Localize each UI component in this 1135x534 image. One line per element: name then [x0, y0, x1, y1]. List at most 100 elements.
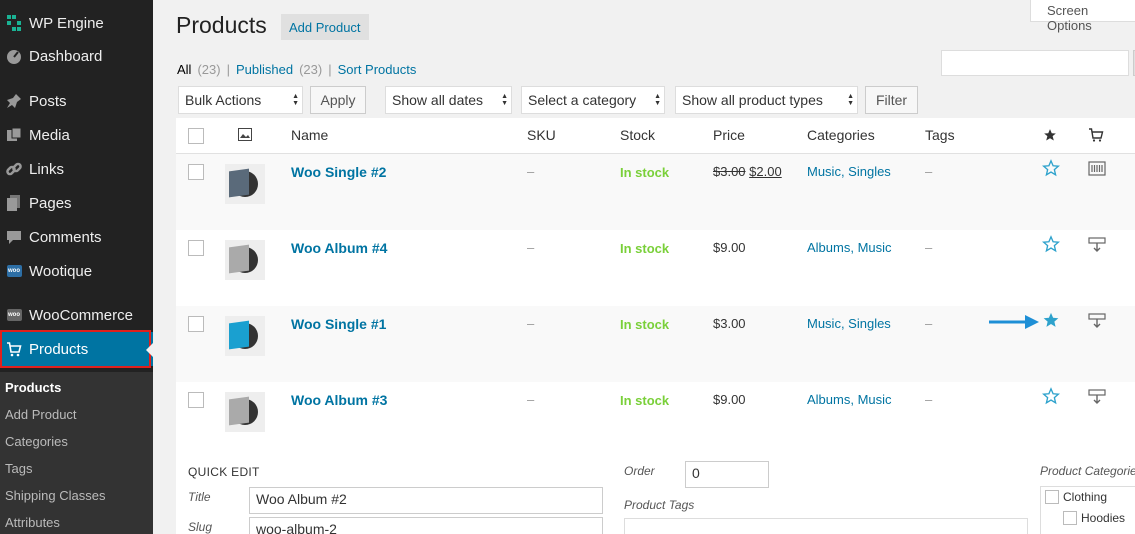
product-sku: –	[527, 316, 535, 331]
stock-status: In stock	[620, 393, 670, 408]
product-categories[interactable]: Albums, Music	[807, 392, 892, 407]
table-row: Woo Single #2 – In stock $3.00 $2.00 Mus…	[176, 154, 1135, 230]
product-sku: –	[527, 240, 535, 255]
search-input[interactable]	[941, 50, 1129, 76]
sidebar-item-products[interactable]: Products	[0, 332, 153, 366]
product-thumbnail[interactable]	[225, 316, 265, 356]
sidebar-item-pages[interactable]: Pages	[0, 186, 153, 220]
product-categories[interactable]: Music, Singles	[807, 164, 891, 179]
product-name-link[interactable]: Woo Single #2	[291, 164, 386, 180]
dashboard-icon	[0, 48, 28, 64]
row-checkbox[interactable]	[188, 316, 204, 332]
filter-all-count: (23)	[197, 62, 221, 77]
stock-status: In stock	[620, 165, 670, 180]
bulk-actions-select[interactable]: Bulk Actions ▲ ▼	[178, 86, 303, 114]
category-checkbox[interactable]	[1045, 490, 1059, 504]
product-categories[interactable]: Albums, Music	[807, 240, 892, 255]
column-sku[interactable]: SKU	[527, 127, 556, 143]
product-type-filter-select[interactable]: Show all product types ▲ ▼	[675, 86, 858, 114]
product-name-link[interactable]: Woo Single #1	[291, 316, 386, 332]
submenu-item-add-product[interactable]: Add Product	[5, 407, 77, 422]
star-filled-icon[interactable]	[1042, 311, 1060, 329]
sidebar-item-dashboard[interactable]: Dashboard	[0, 39, 153, 73]
current-menu-pointer	[146, 342, 154, 358]
product-tags: –	[925, 316, 933, 331]
table-row: Woo Single #1 – In stock $3.00 Music, Si…	[176, 306, 1135, 382]
product-name-link[interactable]: Woo Album #3	[291, 392, 387, 408]
sidebar-item-woocommerce[interactable]: woo WooCommerce	[0, 298, 153, 332]
column-price[interactable]: Price	[713, 127, 745, 143]
filter-published-link[interactable]: Published	[236, 62, 293, 77]
link-icon	[0, 161, 28, 177]
sidebar-item-media[interactable]: Media	[0, 118, 153, 152]
woo-icon: woo	[0, 309, 28, 321]
select-arrows-icon: ▲ ▼	[654, 93, 661, 107]
products-submenu: Products Add Product Categories Tags Shi…	[0, 372, 153, 534]
submenu-item-tags[interactable]: Tags	[5, 461, 32, 476]
select-all-checkbox[interactable]	[188, 128, 204, 144]
product-price: $3.00 $2.00	[713, 164, 782, 179]
product-tags: –	[925, 240, 933, 255]
separator: |	[328, 62, 332, 77]
add-product-button[interactable]: Add Product	[281, 14, 369, 40]
product-tags: –	[925, 392, 933, 407]
sidebar-item-comments[interactable]: Comments	[0, 220, 153, 254]
product-price: $9.00	[713, 240, 746, 255]
annotation-arrow-icon	[989, 315, 1039, 329]
product-thumbnail[interactable]	[225, 392, 265, 432]
row-checkbox[interactable]	[188, 164, 204, 180]
sidebar-item-label: Media	[29, 126, 70, 144]
sidebar-item-wootique[interactable]: woo Wootique	[0, 254, 153, 288]
product-thumbnail[interactable]	[225, 240, 265, 280]
sort-products-link[interactable]: Sort Products	[338, 62, 417, 77]
category-label: Hoodies	[1081, 511, 1126, 525]
row-checkbox[interactable]	[188, 240, 204, 256]
screen-options-button[interactable]: Screen Options	[1030, 0, 1135, 33]
filter-published-count: (23)	[299, 62, 323, 77]
column-name[interactable]: Name	[291, 127, 328, 143]
sidebar-item-label: Comments	[29, 228, 102, 246]
sidebar-item-label: Posts	[29, 92, 67, 110]
date-filter-select[interactable]: Show all dates ▲ ▼	[385, 86, 512, 114]
regular-price: $3.00	[713, 164, 746, 179]
product-thumbnail[interactable]	[225, 164, 265, 204]
sale-price: $2.00	[749, 164, 782, 179]
download-product-icon	[1088, 313, 1106, 328]
category-item-hoodies[interactable]: Hoodies	[1063, 511, 1125, 525]
column-categories: Categories	[807, 127, 875, 143]
filter-button[interactable]: Filter	[865, 86, 918, 114]
product-tags-label: Product Tags	[624, 498, 695, 512]
row-checkbox[interactable]	[188, 392, 204, 408]
category-label: Clothing	[1063, 490, 1108, 504]
product-type-column-cart-icon[interactable]	[1088, 128, 1104, 147]
products-table: Name SKU Stock Price Categories Tags Woo…	[176, 118, 1135, 534]
slug-input[interactable]: woo-album-2	[249, 517, 603, 534]
filter-all-link[interactable]: All	[177, 62, 191, 77]
order-input[interactable]: 0	[685, 461, 769, 488]
submenu-item-categories[interactable]: Categories	[5, 434, 68, 449]
submenu-item-attributes[interactable]: Attributes	[5, 515, 60, 530]
featured-column-star-icon[interactable]	[1043, 128, 1057, 147]
star-outline-icon[interactable]	[1042, 159, 1060, 177]
category-checkbox[interactable]	[1063, 511, 1077, 525]
submenu-item-products[interactable]: Products	[5, 380, 61, 395]
product-name-link[interactable]: Woo Album #4	[291, 240, 387, 256]
pages-icon	[0, 195, 28, 211]
product-sku: –	[527, 392, 535, 407]
submenu-item-shipping-classes[interactable]: Shipping Classes	[5, 488, 105, 503]
product-type-filter-value: Show all product types	[682, 92, 823, 108]
title-input[interactable]: Woo Album #2	[249, 487, 603, 514]
title-label: Title	[188, 490, 211, 504]
product-tags-textarea[interactable]	[624, 518, 1028, 534]
category-item-clothing[interactable]: Clothing	[1045, 490, 1107, 504]
product-categories[interactable]: Music, Singles	[807, 316, 891, 331]
slug-label: Slug	[188, 520, 213, 534]
sidebar-brand-wp-engine[interactable]: WP Engine	[0, 6, 153, 40]
sidebar-item-posts[interactable]: Posts	[0, 84, 153, 118]
sidebar-item-label: Pages	[29, 194, 72, 212]
sidebar-item-links[interactable]: Links	[0, 152, 153, 186]
star-outline-icon[interactable]	[1042, 387, 1060, 405]
category-filter-select[interactable]: Select a category ▲ ▼	[521, 86, 665, 114]
apply-button[interactable]: Apply	[310, 86, 366, 114]
star-outline-icon[interactable]	[1042, 235, 1060, 253]
